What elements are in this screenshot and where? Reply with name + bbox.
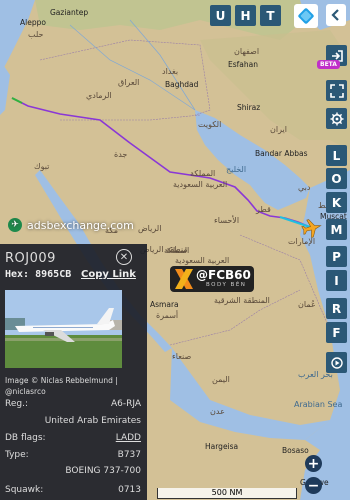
map-label: Aleppo <box>20 18 46 27</box>
map-label: Shiraz <box>237 103 261 112</box>
overlay-badge: @FCB60 BODY BÉN <box>170 266 254 292</box>
map-label: ایران <box>270 125 287 134</box>
layers-button[interactable] <box>294 4 318 28</box>
country-value: United Arab Emirates <box>44 416 141 426</box>
adsbexchange-watermark: ✈ adsbexchange.com <box>8 218 134 232</box>
map-label: Esfahan <box>228 60 258 69</box>
replay-icon <box>330 356 343 369</box>
map-label: العربية السعودية <box>175 256 230 265</box>
replay-button[interactable] <box>326 352 347 373</box>
map-label: الخليج <box>226 165 247 174</box>
map-label: الأحساء <box>214 216 240 225</box>
beta-badge: BETA <box>317 60 340 69</box>
t-button[interactable]: T <box>260 5 281 26</box>
zoom-out-button[interactable]: − <box>305 477 322 494</box>
i-button[interactable]: I <box>326 270 347 291</box>
dbflags-value[interactable]: LADD <box>116 433 141 443</box>
map-label: قطر <box>256 205 271 214</box>
overlay-sub: BODY BÉN <box>206 282 247 288</box>
map-label: المملكة <box>190 169 216 178</box>
fullscreen-icon <box>329 83 344 98</box>
u-button[interactable]: U <box>210 5 231 26</box>
map-label: بغداد <box>162 67 179 76</box>
model-value: BOEING 737-700 <box>65 466 141 476</box>
watermark-text: adsbexchange.com <box>27 218 134 232</box>
map-label: الكويت <box>198 120 222 129</box>
map-label: عدن <box>210 407 225 416</box>
map-label: الرمادي <box>86 91 112 100</box>
map-label: Baghdad <box>165 80 199 89</box>
map-label: اليمن <box>212 375 230 384</box>
copy-link[interactable]: Copy Link <box>81 269 136 280</box>
type-label: Type: <box>5 450 29 460</box>
r-button[interactable]: R <box>326 298 347 319</box>
map-label: العراق <box>118 78 140 87</box>
f-button[interactable]: F <box>326 322 347 343</box>
hex-value: 8965CB <box>35 269 72 280</box>
map-label: الرياض <box>138 224 162 233</box>
hex-label: Hex: <box>5 269 30 280</box>
map-label: جدة <box>114 150 128 159</box>
map-label: حلب <box>28 30 44 39</box>
overlay-handle: @FCB60 <box>196 268 251 282</box>
map-label: تبوك <box>34 162 50 171</box>
squawk-value: 0713 <box>118 485 141 495</box>
o-button[interactable]: O <box>326 168 347 189</box>
map-label: الإمارات <box>288 237 316 246</box>
aircraft-info-panel: ROJ009 ✕ Hex: 8965CB Copy Link Image © N… <box>0 244 147 500</box>
map-label: المملكة <box>164 246 190 255</box>
map-label: العربية السعودية <box>173 180 228 189</box>
reg-value: A6-RJA <box>110 399 141 409</box>
map-label: Gaziantep <box>50 8 89 17</box>
aircraft-photo[interactable] <box>5 290 122 368</box>
callsign: ROJ009 <box>5 251 56 266</box>
map-label: Arabian Sea <box>294 400 343 409</box>
adsbexchange-logo-icon: ✈ <box>8 218 22 232</box>
h-button[interactable]: H <box>235 5 256 26</box>
squawk-label: Squawk: <box>5 485 44 495</box>
map-label: عُمان <box>298 300 316 309</box>
hex-row: Hex: 8965CB <box>5 269 71 280</box>
fullscreen-button[interactable] <box>326 80 347 101</box>
settings-button[interactable] <box>326 108 347 129</box>
plus-icon: + <box>307 455 320 472</box>
type-value: B737 <box>117 450 141 460</box>
panel-toggle-button[interactable] <box>326 4 346 26</box>
map-label: Asmara <box>150 300 179 309</box>
map-label: أسمرة <box>156 311 179 320</box>
k-button[interactable]: K <box>326 192 347 213</box>
close-button[interactable]: ✕ <box>116 249 132 265</box>
reg-label: Reg.: <box>5 399 28 409</box>
p-button[interactable]: P <box>326 246 347 267</box>
map-label: اصفهان <box>234 47 260 56</box>
aircraft-photo-image <box>5 290 122 368</box>
map-label: Bosaso <box>282 446 309 455</box>
map-label: Bandar Abbas <box>255 149 308 158</box>
dbflags-label: DB flags: <box>5 433 46 443</box>
m-button[interactable]: M <box>326 219 347 240</box>
close-icon: ✕ <box>119 251 129 263</box>
minus-icon: − <box>307 477 320 494</box>
map-label: دبي <box>298 183 311 192</box>
scale-bar: 500 NM <box>157 488 297 499</box>
x-logo-icon <box>175 269 193 289</box>
gear-icon <box>330 112 343 125</box>
layers-icon <box>298 8 314 24</box>
map-label: المنطقة الشرقية <box>214 296 270 305</box>
chevron-icon <box>331 9 339 21</box>
photo-credit: Image © Niclas Rebbelmund | @niclasrco <box>5 376 118 396</box>
zoom-in-button[interactable]: + <box>305 455 322 472</box>
map-label: Hargeisa <box>205 442 239 451</box>
map-label: صنعاء <box>172 352 192 361</box>
l-button[interactable]: L <box>326 145 347 166</box>
